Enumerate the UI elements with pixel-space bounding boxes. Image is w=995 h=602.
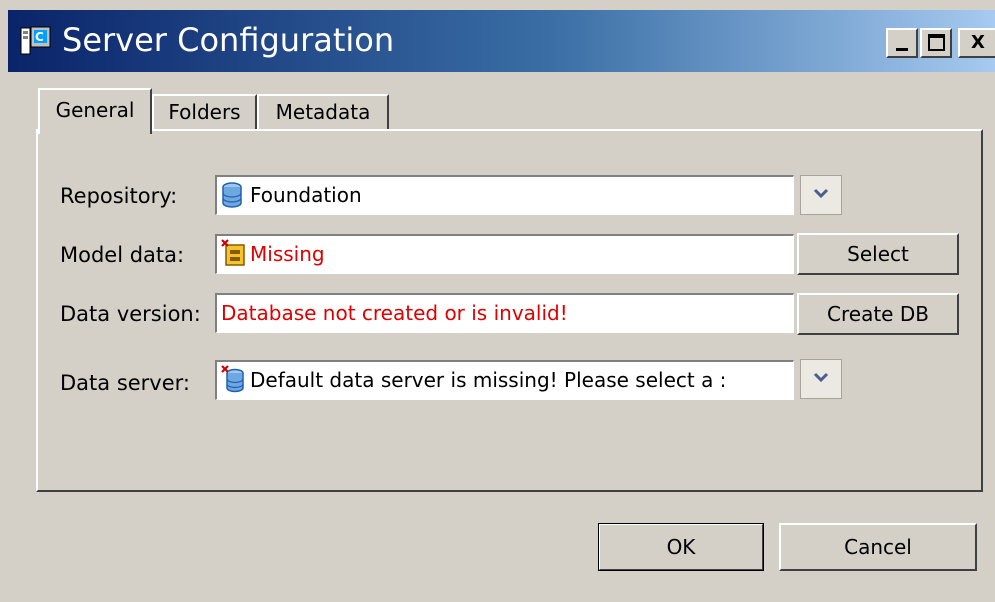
repository-value: Foundation xyxy=(250,183,362,207)
database-icon xyxy=(221,182,247,210)
data-server-dropdown-button[interactable] xyxy=(800,359,842,399)
package-error-icon xyxy=(221,239,247,267)
select-button[interactable]: Select xyxy=(797,233,959,275)
data-server-combo[interactable]: Default data server is missing! Please s… xyxy=(215,360,794,400)
create-db-button[interactable]: Create DB xyxy=(797,293,959,335)
minimize-button[interactable] xyxy=(886,28,918,58)
ok-button[interactable]: OK xyxy=(598,523,764,571)
maximize-button[interactable] xyxy=(920,28,952,58)
repository-dropdown-button[interactable] xyxy=(800,175,842,215)
repository-label: Repository: xyxy=(60,184,178,208)
model-data-label: Model data: xyxy=(60,243,185,267)
data-server-value: Default data server is missing! Please s… xyxy=(250,368,727,392)
server-configuration-window: C Server Configuration X General Folders… xyxy=(0,0,995,602)
repository-combo[interactable]: Foundation xyxy=(215,175,794,215)
tab-metadata[interactable]: Metadata xyxy=(257,94,389,130)
data-version-value: Database not created or is invalid! xyxy=(221,301,568,325)
model-data-field: Missing xyxy=(215,234,794,274)
window-title: Server Configuration xyxy=(62,21,395,59)
server-app-icon: C xyxy=(20,26,52,56)
chevron-down-icon xyxy=(813,372,829,383)
close-button[interactable]: X xyxy=(958,28,995,58)
cancel-button[interactable]: Cancel xyxy=(779,523,977,571)
server-error-icon xyxy=(221,365,247,393)
data-server-label: Data server: xyxy=(60,371,190,395)
svg-text:C: C xyxy=(35,30,44,44)
maximize-icon xyxy=(928,34,945,51)
model-data-value: Missing xyxy=(250,242,325,266)
data-version-label: Data version: xyxy=(60,302,201,326)
tab-folders[interactable]: Folders xyxy=(152,94,257,130)
close-icon: X xyxy=(971,32,985,53)
data-version-field: Database not created or is invalid! xyxy=(215,293,794,333)
minimize-icon xyxy=(896,48,908,51)
tab-general[interactable]: General xyxy=(38,88,152,134)
chevron-down-icon xyxy=(813,188,829,199)
title-bar[interactable]: C Server Configuration X xyxy=(8,10,995,72)
